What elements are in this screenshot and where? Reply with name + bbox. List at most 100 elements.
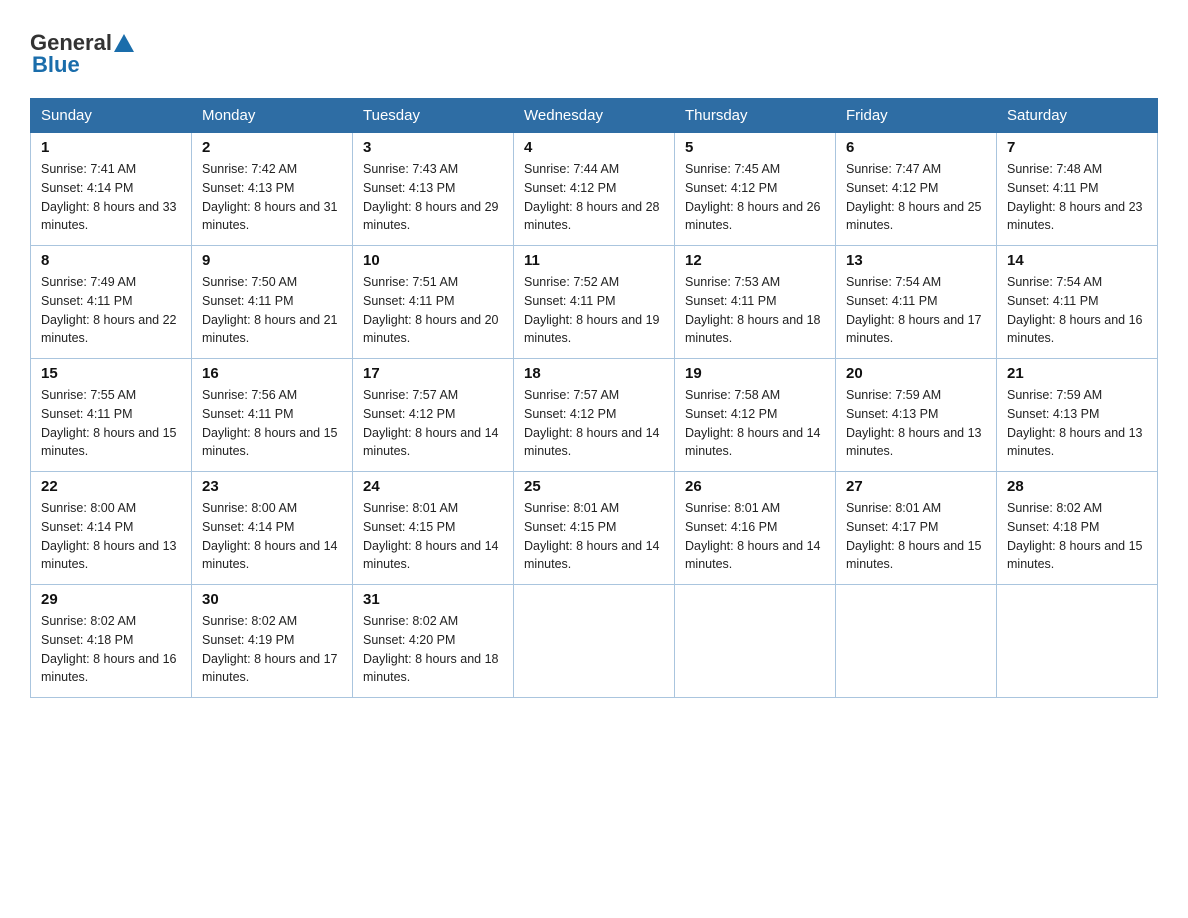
logo-blue-text: Blue	[32, 52, 80, 78]
day-info: Sunrise: 8:00 AMSunset: 4:14 PMDaylight:…	[41, 499, 181, 574]
day-number: 14	[1007, 252, 1147, 269]
day-info: Sunrise: 7:50 AMSunset: 4:11 PMDaylight:…	[202, 273, 342, 348]
day-number: 26	[685, 478, 825, 495]
day-number: 19	[685, 365, 825, 382]
logo: General Blue	[30, 30, 136, 78]
day-info: Sunrise: 7:45 AMSunset: 4:12 PMDaylight:…	[685, 160, 825, 235]
calendar-day-2: 2 Sunrise: 7:42 AMSunset: 4:13 PMDaylight…	[192, 133, 353, 246]
calendar-week-1: 1Sunrise: 7:41 AMSunset: 4:14 PMDaylight…	[31, 133, 1158, 246]
weekday-header-thursday: Thursday	[675, 99, 836, 133]
day-number: 9	[202, 252, 342, 269]
day-info: Sunrise: 8:01 AMSunset: 4:15 PMDaylight:…	[363, 499, 503, 574]
day-number: 31	[363, 591, 503, 608]
day-number: 15	[41, 365, 181, 382]
day-number: 5	[685, 139, 825, 156]
calendar-day-3: 3 Sunrise: 7:43 AMSunset: 4:13 PMDaylight…	[353, 133, 514, 246]
day-number: 11	[524, 252, 664, 269]
day-number: 1	[41, 139, 181, 156]
day-number: 20	[846, 365, 986, 382]
calendar-day-15: 15 Sunrise: 7:55 AMSunset: 4:11 PMDayligh…	[31, 359, 192, 472]
calendar-week-5: 29 Sunrise: 8:02 AMSunset: 4:18 PMDayligh…	[31, 585, 1158, 698]
day-info: Sunrise: 7:43 AMSunset: 4:13 PMDaylight:…	[363, 160, 503, 235]
day-info: Sunrise: 7:49 AMSunset: 4:11 PMDaylight:…	[41, 273, 181, 348]
day-info: Sunrise: 7:53 AMSunset: 4:11 PMDaylight:…	[685, 273, 825, 348]
calendar-day-11: 11 Sunrise: 7:52 AMSunset: 4:11 PMDayligh…	[514, 246, 675, 359]
calendar-day-22: 22 Sunrise: 8:00 AMSunset: 4:14 PMDayligh…	[31, 472, 192, 585]
day-info: Sunrise: 8:00 AMSunset: 4:14 PMDaylight:…	[202, 499, 342, 574]
calendar-day-24: 24Sunrise: 8:01 AMSunset: 4:15 PMDayligh…	[353, 472, 514, 585]
day-info: Sunrise: 8:01 AMSunset: 4:16 PMDaylight:…	[685, 499, 825, 574]
empty-cell	[997, 585, 1158, 698]
day-info: Sunrise: 7:51 AMSunset: 4:11 PMDaylight:…	[363, 273, 503, 348]
empty-cell	[675, 585, 836, 698]
calendar-day-26: 26 Sunrise: 8:01 AMSunset: 4:16 PMDayligh…	[675, 472, 836, 585]
day-info: Sunrise: 7:42 AMSunset: 4:13 PMDaylight:…	[202, 160, 342, 235]
calendar-day-17: 17 Sunrise: 7:57 AMSunset: 4:12 PMDayligh…	[353, 359, 514, 472]
day-number: 23	[202, 478, 342, 495]
calendar-table: SundayMondayTuesdayWednesdayThursdayFrid…	[30, 98, 1158, 698]
day-info: Sunrise: 7:52 AMSunset: 4:11 PMDaylight:…	[524, 273, 664, 348]
day-number: 16	[202, 365, 342, 382]
calendar-day-14: 14 Sunrise: 7:54 AMSunset: 4:11 PMDayligh…	[997, 246, 1158, 359]
calendar-day-29: 29 Sunrise: 8:02 AMSunset: 4:18 PMDayligh…	[31, 585, 192, 698]
calendar-day-10: 10 Sunrise: 7:51 AMSunset: 4:11 PMDayligh…	[353, 246, 514, 359]
day-info: Sunrise: 7:47 AMSunset: 4:12 PMDaylight:…	[846, 160, 986, 235]
day-info: Sunrise: 8:02 AMSunset: 4:20 PMDaylight:…	[363, 612, 503, 687]
calendar-day-27: 27 Sunrise: 8:01 AMSunset: 4:17 PMDayligh…	[836, 472, 997, 585]
calendar-day-4: 4 Sunrise: 7:44 AMSunset: 4:12 PMDaylight…	[514, 133, 675, 246]
calendar-day-19: 19 Sunrise: 7:58 AMSunset: 4:12 PMDayligh…	[675, 359, 836, 472]
calendar-day-7: 7Sunrise: 7:48 AMSunset: 4:11 PMDaylight…	[997, 133, 1158, 246]
day-info: Sunrise: 7:44 AMSunset: 4:12 PMDaylight:…	[524, 160, 664, 235]
day-info: Sunrise: 7:54 AMSunset: 4:11 PMDaylight:…	[846, 273, 986, 348]
day-number: 28	[1007, 478, 1147, 495]
day-info: Sunrise: 7:55 AMSunset: 4:11 PMDaylight:…	[41, 386, 181, 461]
page-header: General Blue	[30, 20, 1158, 78]
day-number: 17	[363, 365, 503, 382]
calendar-day-18: 18Sunrise: 7:57 AMSunset: 4:12 PMDayligh…	[514, 359, 675, 472]
empty-cell	[514, 585, 675, 698]
day-info: Sunrise: 7:59 AMSunset: 4:13 PMDaylight:…	[1007, 386, 1147, 461]
calendar-week-3: 15 Sunrise: 7:55 AMSunset: 4:11 PMDayligh…	[31, 359, 1158, 472]
day-info: Sunrise: 7:57 AMSunset: 4:12 PMDaylight:…	[524, 386, 664, 461]
day-info: Sunrise: 7:48 AMSunset: 4:11 PMDaylight:…	[1007, 160, 1147, 235]
calendar-day-31: 31 Sunrise: 8:02 AMSunset: 4:20 PMDayligh…	[353, 585, 514, 698]
day-info: Sunrise: 7:56 AMSunset: 4:11 PMDaylight:…	[202, 386, 342, 461]
day-info: Sunrise: 8:01 AMSunset: 4:15 PMDaylight:…	[524, 499, 664, 574]
calendar-week-2: 8 Sunrise: 7:49 AMSunset: 4:11 PMDaylight…	[31, 246, 1158, 359]
day-number: 4	[524, 139, 664, 156]
calendar-day-25: 25 Sunrise: 8:01 AMSunset: 4:15 PMDayligh…	[514, 472, 675, 585]
calendar-day-6: 6 Sunrise: 7:47 AMSunset: 4:12 PMDaylight…	[836, 133, 997, 246]
day-number: 10	[363, 252, 503, 269]
day-number: 12	[685, 252, 825, 269]
day-number: 13	[846, 252, 986, 269]
calendar-day-30: 30 Sunrise: 8:02 AMSunset: 4:19 PMDayligh…	[192, 585, 353, 698]
day-number: 25	[524, 478, 664, 495]
day-info: Sunrise: 7:57 AMSunset: 4:12 PMDaylight:…	[363, 386, 503, 461]
calendar-day-13: 13 Sunrise: 7:54 AMSunset: 4:11 PMDayligh…	[836, 246, 997, 359]
calendar-day-1: 1Sunrise: 7:41 AMSunset: 4:14 PMDaylight…	[31, 133, 192, 246]
empty-cell	[836, 585, 997, 698]
day-number: 8	[41, 252, 181, 269]
day-info: Sunrise: 8:02 AMSunset: 4:19 PMDaylight:…	[202, 612, 342, 687]
calendar-week-4: 22 Sunrise: 8:00 AMSunset: 4:14 PMDayligh…	[31, 472, 1158, 585]
day-info: Sunrise: 8:01 AMSunset: 4:17 PMDaylight:…	[846, 499, 986, 574]
day-info: Sunrise: 7:58 AMSunset: 4:12 PMDaylight:…	[685, 386, 825, 461]
day-number: 30	[202, 591, 342, 608]
day-number: 21	[1007, 365, 1147, 382]
weekday-header-monday: Monday	[192, 99, 353, 133]
day-info: Sunrise: 8:02 AMSunset: 4:18 PMDaylight:…	[41, 612, 181, 687]
calendar-day-5: 5 Sunrise: 7:45 AMSunset: 4:12 PMDaylight…	[675, 133, 836, 246]
day-number: 2	[202, 139, 342, 156]
day-number: 27	[846, 478, 986, 495]
logo-triangle-icon	[114, 34, 134, 52]
day-info: Sunrise: 7:54 AMSunset: 4:11 PMDaylight:…	[1007, 273, 1147, 348]
day-number: 3	[363, 139, 503, 156]
day-number: 6	[846, 139, 986, 156]
weekday-header-row: SundayMondayTuesdayWednesdayThursdayFrid…	[31, 99, 1158, 133]
day-number: 29	[41, 591, 181, 608]
calendar-day-16: 16 Sunrise: 7:56 AMSunset: 4:11 PMDayligh…	[192, 359, 353, 472]
calendar-day-23: 23 Sunrise: 8:00 AMSunset: 4:14 PMDayligh…	[192, 472, 353, 585]
calendar-day-9: 9 Sunrise: 7:50 AMSunset: 4:11 PMDaylight…	[192, 246, 353, 359]
calendar-day-28: 28Sunrise: 8:02 AMSunset: 4:18 PMDayligh…	[997, 472, 1158, 585]
day-number: 22	[41, 478, 181, 495]
